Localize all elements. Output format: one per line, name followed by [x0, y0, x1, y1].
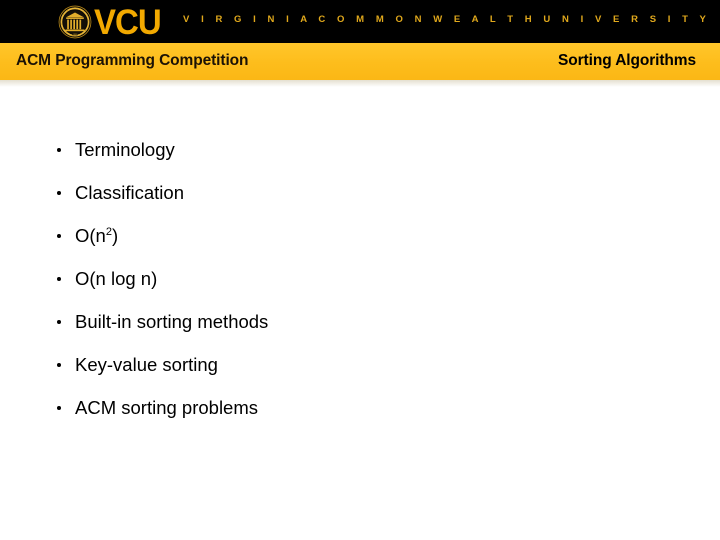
bullet-label-complexity: O(n2) [75, 225, 118, 247]
bullet-label: O(n log n) [75, 267, 158, 289]
list-item: O(n2) [0, 214, 720, 257]
university-header-bar: 1838 VCU V I R G I N I A C O M M O N W E… [0, 0, 720, 43]
university-tagline: V I R G I N I A C O M M O N W E A L T H … [183, 14, 711, 25]
list-item: Terminology [0, 128, 720, 171]
bullet-label-base: O(n [75, 224, 106, 246]
bullet-label: Classification [75, 181, 184, 203]
vcu-logo: 1838 VCU [58, 1, 162, 42]
bullet-point-icon [57, 233, 61, 238]
bullet-point-icon [57, 147, 61, 152]
list-item: Key-value sorting [0, 343, 720, 386]
bullet-label: Built-in sorting methods [75, 310, 269, 332]
bullet-label: ACM sorting problems [75, 396, 259, 418]
bullet-label: Key-value sorting [75, 353, 218, 375]
vcu-seal-icon: 1838 [58, 5, 92, 38]
bullet-point-icon [57, 190, 61, 195]
bullet-point-icon [57, 319, 61, 324]
bullet-label: Terminology [75, 138, 175, 160]
list-item: O(n log n) [0, 257, 720, 300]
bullet-label-suffix: ) [111, 224, 119, 246]
bullet-list: Terminology Classification O(n2) O(n log… [0, 128, 720, 429]
list-item: Built-in sorting methods [0, 300, 720, 343]
bullet-point-icon [57, 362, 61, 367]
list-item: ACM sorting problems [0, 386, 720, 429]
vcu-wordmark: VCU [94, 1, 162, 42]
list-item: Classification [0, 171, 720, 214]
presentation-title: ACM Programming Competition [16, 52, 249, 69]
banner-shadow [0, 80, 720, 87]
slide-title: Sorting Algorithms [558, 52, 696, 69]
bullet-point-icon [57, 405, 61, 410]
bullet-point-icon [57, 276, 61, 281]
slide: 1838 VCU V I R G I N I A C O M M O N W E… [0, 0, 720, 540]
